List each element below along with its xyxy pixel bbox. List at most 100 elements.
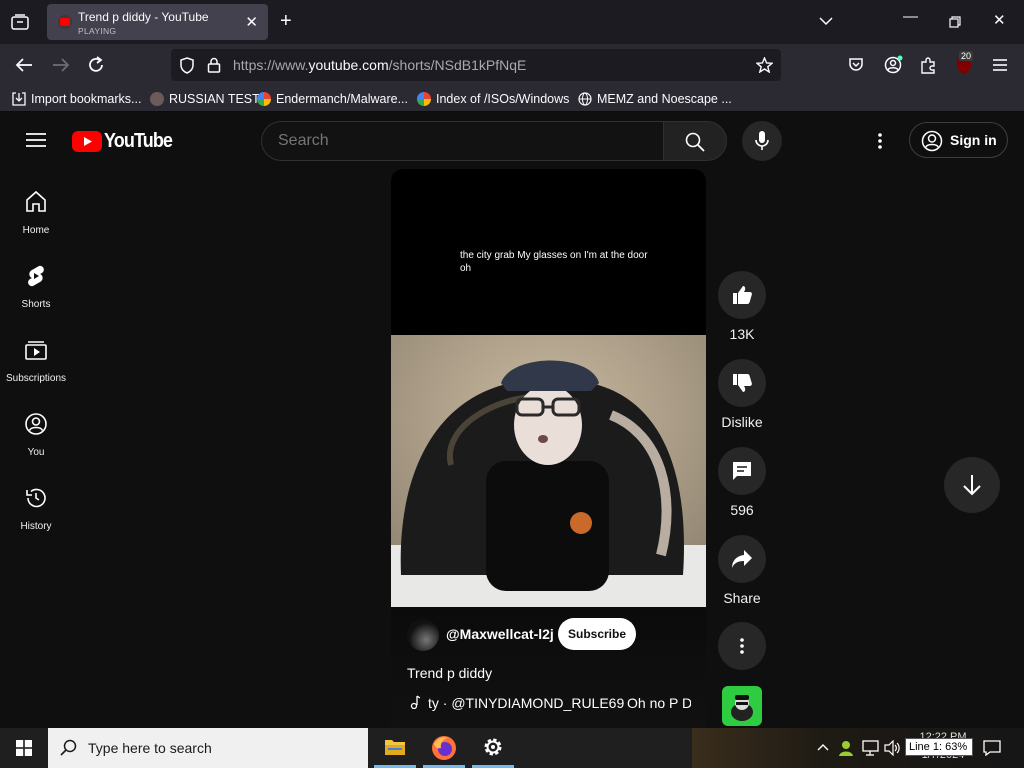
network-icon[interactable] [862,740,880,756]
account-icon[interactable] [884,55,904,75]
more-actions[interactable] [718,622,766,670]
youtube-play-icon [72,130,102,152]
more-actions-button[interactable] [718,622,766,670]
like-action[interactable]: 13K [718,271,766,342]
sidebar-item-subscriptions[interactable]: Subscriptions [0,322,72,394]
subscribe-button[interactable]: Subscribe [558,618,636,650]
channel-avatar[interactable] [407,619,439,651]
thumbs-down-icon [733,374,752,392]
sidebar-item-you[interactable]: You [0,396,72,468]
bookmark-label: RUSSIAN TEST [169,92,260,106]
channel-handle[interactable]: @Maxwellcat-l2j [446,626,554,642]
comment-icon [733,462,751,480]
music-extra-marquee: Oh no P Di [627,695,691,711]
address-bar[interactable]: https://www.youtube.com/shorts/NSdB1kPfN… [171,49,781,81]
sign-in-button[interactable]: Sign in [909,122,1008,158]
url-text: https://www.youtube.com/shorts/NSdB1kPfN… [233,57,527,73]
tab-list-icon[interactable] [11,14,29,30]
bookmark-label: Endermanch/Malware... [276,92,409,106]
short-title[interactable]: Trend p diddy [407,665,492,681]
menu-hamburger-icon[interactable] [992,58,1008,72]
sidebar-item-shorts[interactable]: Shorts [0,248,72,320]
guide-menu-icon[interactable] [26,132,46,148]
like-button[interactable] [718,271,766,319]
new-tab-icon[interactable]: + [280,10,292,33]
music-credit[interactable]: ty · @TINYDIAMOND_RULE69 [428,695,624,711]
video-thumbnail-image [391,335,706,607]
google-icon [417,92,431,106]
sidebar-item-home[interactable]: Home [0,174,72,246]
youtube-page: YouTube Sign in Home [0,112,1024,728]
minimize-window-icon[interactable]: — [903,8,918,25]
microphone-icon [755,131,769,150]
volume-icon[interactable] [884,740,902,756]
dislike-action[interactable]: Dislike [718,359,766,430]
sidebar-item-history[interactable]: History [0,470,72,542]
bookmark-russian-test[interactable]: RUSSIAN TEST [150,91,260,107]
firefox-icon[interactable] [431,735,457,761]
reload-icon[interactable] [87,56,105,74]
github-icon [150,92,164,106]
bookmark-import[interactable]: Import bookmarks... [12,91,141,107]
people-icon[interactable] [838,739,856,757]
file-explorer-icon[interactable] [384,737,406,757]
comment-count: 596 [730,502,754,518]
chevron-down-icon[interactable] [819,16,833,26]
share-label: Share [723,590,761,606]
settings-gear-icon[interactable] [482,736,504,758]
taskbar-search-box[interactable]: Type here to search [48,728,368,768]
dislike-label: Dislike [721,414,763,430]
sidebar-item-label: Subscriptions [5,373,67,384]
music-note-icon [410,695,420,709]
forward-arrow-icon[interactable] [52,57,70,73]
short-info-overlay: @Maxwellcat-l2j Subscribe Trend p diddy … [391,607,706,728]
bookmark-isos-windows[interactable]: Index of /ISOs/Windows [417,91,569,107]
sidebar-item-label: You [27,447,45,458]
share-arrow-icon [732,550,752,568]
video-frame[interactable] [391,335,706,607]
bookmark-memz[interactable]: MEMZ and Noescape ... [578,91,732,107]
search-button[interactable] [663,121,727,161]
lock-icon[interactable] [207,57,221,73]
shorts-player[interactable]: the city grab My glasses on I'm at the d… [391,169,706,728]
search-input[interactable] [278,130,648,152]
close-window-icon[interactable]: ✕ [993,11,1006,29]
comments-button[interactable] [718,447,766,495]
youtube-logo[interactable]: YouTube [72,130,180,152]
comments-action[interactable]: 596 [718,447,766,518]
share-button[interactable] [718,535,766,583]
extensions-puzzle-icon[interactable] [920,56,937,74]
windows-start-icon[interactable] [16,740,32,756]
windows-taskbar: Type here to search 12:22 PM 1/7/2024 Li… [0,728,1024,768]
import-icon [12,92,26,106]
more-vertical-icon [740,638,744,654]
like-count: 13K [729,326,755,342]
shorts-icon [28,265,44,287]
close-tab-icon[interactable]: ✕ [245,13,258,31]
search-box[interactable] [261,121,664,161]
sound-thumbnail[interactable] [722,686,762,726]
more-options-icon[interactable] [877,132,883,150]
arrow-down-icon [963,475,981,496]
back-arrow-icon[interactable] [15,57,33,73]
browser-tab-youtube[interactable]: Trend p diddy - YouTube PLAYING ✕ [47,4,268,40]
search-icon [60,739,77,756]
pocket-icon[interactable] [848,57,864,73]
ublock-extension-icon[interactable]: 20 [955,51,975,76]
search-icon [685,132,705,152]
bookmark-star-icon[interactable] [756,57,773,73]
next-video-button[interactable] [944,457,1000,513]
sound-avatar-icon [731,695,753,721]
bookmark-label: MEMZ and Noescape ... [597,92,732,106]
bookmark-label: Index of /ISOs/Windows [436,92,570,106]
dislike-button[interactable] [718,359,766,407]
action-center-notification-icon[interactable] [983,740,1001,756]
subscriptions-icon [25,341,47,360]
tracking-shield-icon[interactable] [179,57,195,74]
tray-wallpaper-peek [692,728,1024,768]
bookmark-endermanch[interactable]: Endermanch/Malware... [257,91,408,107]
voice-search-button[interactable] [742,121,782,161]
show-hidden-icons-chevron-icon[interactable] [817,743,829,751]
restore-window-icon[interactable] [949,16,961,28]
share-action[interactable]: Share [718,535,766,606]
